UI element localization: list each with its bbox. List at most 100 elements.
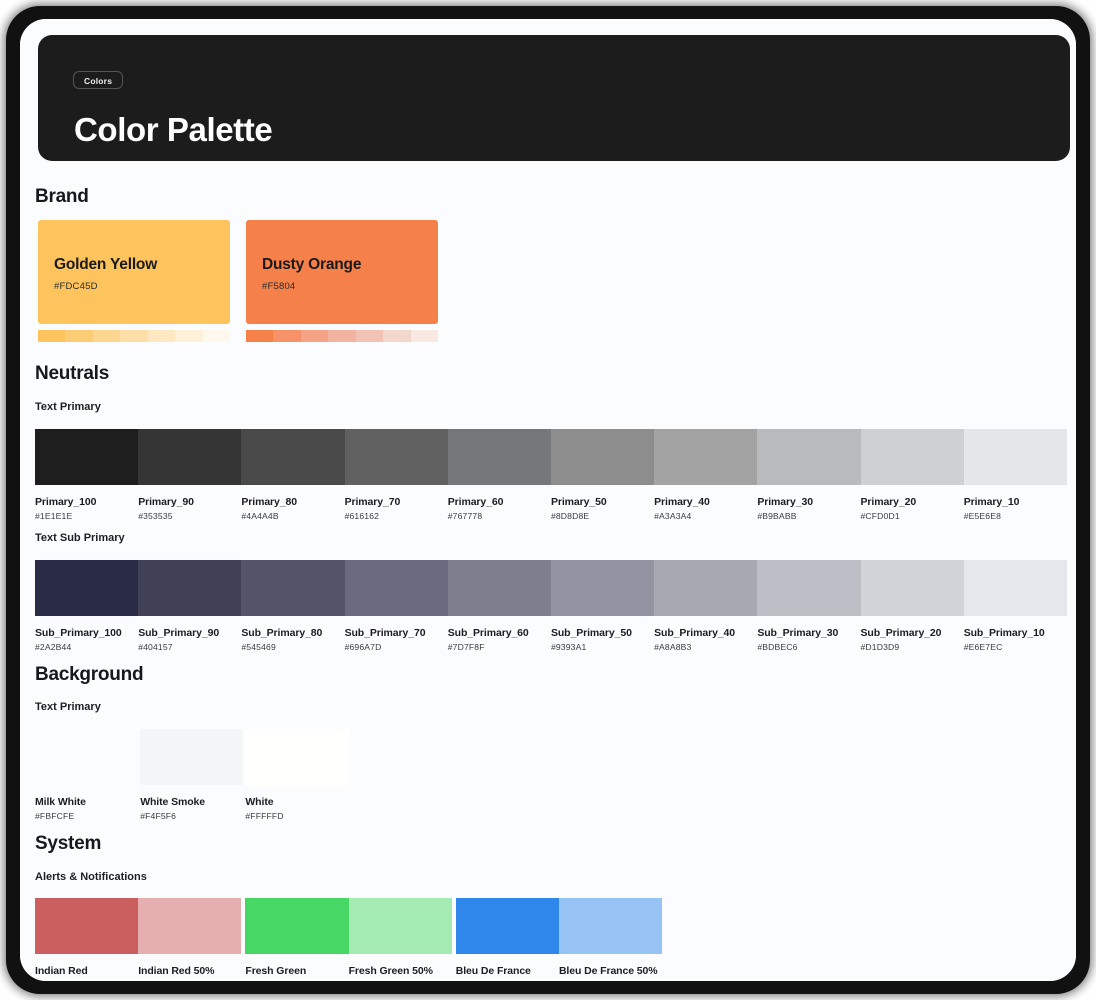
subsection-label-alerts: Alerts & Notifications (35, 871, 147, 883)
swatch-chip[interactable] (245, 729, 348, 785)
swatch-chip[interactable] (551, 560, 654, 616)
swatch-name: Primary_80 (241, 496, 344, 508)
swatch-chip[interactable] (448, 560, 551, 616)
swatch-chip[interactable] (757, 429, 860, 485)
tint-step (383, 330, 410, 342)
swatch-hex: #616162 (345, 511, 448, 521)
color-swatch[interactable]: Primary_70#616162 (345, 429, 448, 521)
swatch-chip[interactable] (448, 429, 551, 485)
color-swatch[interactable]: White Smoke #F4F5F6 (140, 729, 243, 821)
swatch-hex: #4A4A4B (241, 511, 344, 521)
brand-name: Dusty Orange (262, 256, 361, 274)
section-title-background: Background (35, 664, 143, 686)
color-swatch[interactable]: Sub_Primary_100#2A2B44 (35, 560, 138, 652)
swatch-chip[interactable] (241, 429, 344, 485)
tint-step (301, 330, 328, 342)
color-swatch[interactable]: Primary_10#E5E6E8 (964, 429, 1067, 521)
color-swatch[interactable]: Sub_Primary_90#404157 (138, 560, 241, 652)
color-swatch[interactable]: Bleu De France 50%#2F86EB 50% (559, 898, 662, 981)
color-swatch[interactable]: Sub_Primary_40#A8A8B3 (654, 560, 757, 652)
swatch-chip[interactable] (654, 429, 757, 485)
color-swatch[interactable]: Indian Red#CB5F5F (35, 898, 138, 981)
color-swatch[interactable]: Primary_80 #4A4A4B (241, 429, 344, 521)
swatch-name: Sub_Primary_60 (448, 627, 551, 639)
color-swatch[interactable]: Fresh Green#47D764 (245, 898, 348, 981)
color-swatch[interactable]: White#FFFFFD (245, 729, 348, 821)
swatch-row-sub-primary: Sub_Primary_100#2A2B44Sub_Primary_90#404… (35, 560, 1067, 652)
tint-step (38, 330, 65, 342)
category-badge[interactable]: Colors (73, 71, 123, 89)
swatch-chip[interactable] (861, 429, 964, 485)
color-swatch[interactable]: Sub_Primary_70#696A7D (345, 560, 448, 652)
color-swatch[interactable]: Sub_Primary_50#9393A1 (551, 560, 654, 652)
brand-name: Golden Yellow (54, 256, 157, 274)
swatch-chip[interactable] (345, 560, 448, 616)
swatch-chip[interactable] (35, 898, 138, 954)
color-swatch[interactable]: Sub_Primary_30#BDBEC6 (757, 560, 860, 652)
color-swatch[interactable]: Sub_Primary_60#7D7F8F (448, 560, 551, 652)
swatch-name: White Smoke (140, 796, 243, 808)
swatch-hex: #D1D3D9 (861, 642, 964, 652)
swatch-chip[interactable] (757, 560, 860, 616)
brand-card-dusty-orange[interactable]: Dusty Orange #F5804 (246, 220, 438, 324)
page-title: Color Palette (74, 111, 272, 149)
swatch-hex: #696A7D (345, 642, 448, 652)
swatch-chip[interactable] (138, 560, 241, 616)
swatch-hex: #8D8D8E (551, 511, 654, 521)
swatch-chip[interactable] (964, 429, 1067, 485)
color-swatch[interactable]: Primary_60#767778 (448, 429, 551, 521)
color-swatch[interactable]: Primary_100#1E1E1E (35, 429, 138, 521)
swatch-chip[interactable] (345, 429, 448, 485)
tint-step (411, 330, 438, 342)
swatch-chip[interactable] (245, 898, 348, 954)
swatch-chip[interactable] (349, 898, 452, 954)
section-title-brand: Brand (35, 186, 89, 208)
swatch-chip[interactable] (35, 429, 138, 485)
subsection-label-text-sub-primary: Text Sub Primary (35, 532, 125, 544)
swatch-name: Sub_Primary_90 (138, 627, 241, 639)
swatch-hex: #353535 (138, 511, 241, 521)
color-palette-page: Colors Color Palette Brand Golden Yellow… (20, 19, 1076, 981)
swatch-chip[interactable] (35, 729, 138, 785)
swatch-chip[interactable] (559, 898, 662, 954)
color-swatch[interactable]: Fresh Green 50%#47D764 50% (349, 898, 452, 981)
color-swatch[interactable]: Primary_90#353535 (138, 429, 241, 521)
brand-tint-strip-dusty-orange (246, 330, 438, 342)
swatch-name: Bleu De France (456, 965, 559, 977)
color-swatch[interactable]: Primary_20#CFD0D1 (861, 429, 964, 521)
swatch-hex: #47D764 50% (349, 980, 452, 981)
swatch-chip[interactable] (138, 898, 241, 954)
swatch-hex: #F4F5F6 (140, 811, 243, 821)
swatch-chip[interactable] (551, 429, 654, 485)
tint-step (246, 330, 273, 342)
swatch-hex: #A3A3A4 (654, 511, 757, 521)
swatch-chip[interactable] (654, 560, 757, 616)
swatch-chip[interactable] (140, 729, 243, 785)
swatch-name: Fresh Green (245, 965, 348, 977)
tint-step (93, 330, 120, 342)
swatch-name: White (245, 796, 348, 808)
swatch-hex: #2A2B44 (35, 642, 138, 652)
swatch-name: Indian Red (35, 965, 138, 977)
swatch-chip[interactable] (964, 560, 1067, 616)
swatch-chip[interactable] (456, 898, 559, 954)
color-swatch[interactable]: Bleu De France#2F86EB (456, 898, 559, 981)
swatch-hex: #FBFCFE (35, 811, 138, 821)
brand-card-golden-yellow[interactable]: Golden Yellow #FDC45D (38, 220, 230, 324)
color-swatch[interactable]: Sub_Primary_80#545469 (241, 560, 344, 652)
tint-step (328, 330, 355, 342)
swatch-chip[interactable] (35, 560, 138, 616)
tint-step (175, 330, 202, 342)
color-swatch[interactable]: Primary_50#8D8D8E (551, 429, 654, 521)
color-swatch[interactable]: Primary_30#B9BABB (757, 429, 860, 521)
color-swatch[interactable]: Indian Red 50%#CB5F5F 50% (138, 898, 241, 981)
swatch-chip[interactable] (861, 560, 964, 616)
swatch-name: Indian Red 50% (138, 965, 241, 977)
device-bezel: Colors Color Palette Brand Golden Yellow… (6, 6, 1090, 994)
color-swatch[interactable]: Primary_40#A3A3A4 (654, 429, 757, 521)
color-swatch[interactable]: Milk White#FBFCFE (35, 729, 138, 821)
swatch-chip[interactable] (241, 560, 344, 616)
swatch-chip[interactable] (138, 429, 241, 485)
color-swatch[interactable]: Sub_Primary_10#E6E7EC (964, 560, 1067, 652)
color-swatch[interactable]: Sub_Primary_20#D1D3D9 (861, 560, 964, 652)
